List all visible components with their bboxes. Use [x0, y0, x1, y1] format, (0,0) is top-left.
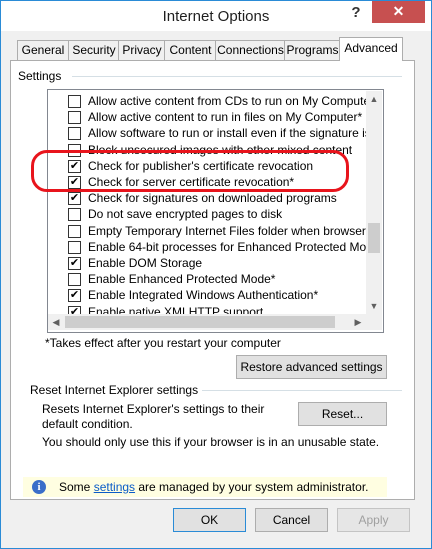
setting-checkbox[interactable] [68, 224, 81, 238]
reset-button[interactable]: Reset... [298, 402, 387, 426]
scrollbar-corner [366, 314, 382, 330]
settings-horizontal-scrollbar[interactable]: ◀ ▶ [48, 314, 366, 330]
setting-label: Enable DOM Storage [88, 256, 203, 270]
setting-checkbox[interactable] [68, 273, 81, 287]
cancel-button[interactable]: Cancel [255, 508, 328, 532]
scroll-up-arrow-icon[interactable]: ▲ [366, 91, 382, 107]
settings-vertical-scrollbar[interactable]: ▲ ▼ [366, 91, 382, 314]
admin-info-bar: i Some settings are managed by your syst… [23, 477, 387, 497]
setting-label: Empty Temporary Internet Files folder wh… [88, 223, 368, 238]
setting-checkbox[interactable] [68, 127, 81, 141]
help-button[interactable]: ? [341, 1, 371, 27]
settings-link[interactable]: settings [94, 480, 135, 494]
reset-group-label: Reset Internet Explorer settings [30, 383, 203, 397]
reset-warning: You should only use this if your browser… [42, 435, 380, 449]
info-text-after: are managed by your system administrator… [135, 480, 369, 494]
settings-list-item[interactable]: Allow software to run or install even if… [48, 125, 368, 141]
scroll-right-arrow-icon[interactable]: ▶ [350, 314, 366, 330]
settings-list-item[interactable]: Allow active content to run in files on … [48, 109, 368, 125]
setting-label: Allow active content from CDs to run on … [88, 94, 368, 108]
scroll-down-arrow-icon[interactable]: ▼ [366, 298, 382, 314]
tab-general[interactable]: General [17, 40, 69, 60]
settings-group-divider [72, 76, 402, 77]
setting-checkbox[interactable] [68, 95, 81, 108]
restart-note: *Takes effect after you restart your com… [45, 336, 281, 350]
scroll-left-arrow-icon[interactable]: ◀ [48, 314, 64, 330]
settings-group-label: Settings [18, 69, 66, 83]
setting-label: Enable 64-bit processes for Enhanced Pro… [88, 239, 368, 254]
apply-button[interactable]: Apply [337, 508, 410, 532]
settings-list-item[interactable]: Allow active content from CDs to run on … [48, 93, 368, 109]
restore-advanced-settings-button[interactable]: Restore advanced settings [236, 355, 387, 379]
setting-label: Allow software to run or install even if… [88, 126, 368, 141]
reset-description: Resets Internet Explorer's settings to t… [42, 402, 265, 431]
tab-content[interactable]: Content [164, 40, 217, 60]
close-button[interactable]: ✕ [372, 1, 425, 23]
setting-checkbox[interactable] [68, 111, 81, 125]
settings-list-item[interactable]: ✔ Enable Integrated Windows Authenticatio… [48, 287, 368, 303]
settings-list-item[interactable]: Empty Temporary Internet Files folder wh… [48, 223, 368, 239]
settings-list-item[interactable]: Do not save encrypted pages to disk [48, 206, 368, 222]
setting-checkbox[interactable] [68, 240, 81, 254]
vertical-scroll-thumb[interactable] [368, 222, 380, 253]
setting-checkbox[interactable]: ✔ [68, 257, 81, 270]
setting-label: Enable Integrated Windows Authentication… [88, 288, 319, 303]
ok-button[interactable]: OK [173, 508, 246, 532]
setting-label: Allow active content to run in files on … [88, 110, 363, 125]
settings-list-item[interactable]: Enable Enhanced Protected Mode* [48, 271, 368, 287]
setting-label: Enable Enhanced Protected Mode* [88, 272, 276, 287]
internet-options-window: Internet Options ? ✕ Settings Allow acti… [0, 0, 432, 549]
info-text-before: Some [59, 480, 94, 494]
setting-label: Do not save encrypted pages to disk [88, 207, 283, 222]
settings-list-item[interactable]: ✔ Enable DOM Storage [48, 255, 368, 271]
horizontal-scroll-thumb[interactable] [65, 316, 335, 328]
red-highlight-annotation [31, 150, 349, 192]
title-bar: Internet Options ? ✕ [1, 1, 431, 31]
tab-security[interactable]: Security [68, 40, 120, 60]
reset-group-divider [192, 390, 402, 391]
tab-privacy[interactable]: Privacy [118, 40, 166, 60]
setting-label: Check for signatures on downloaded progr… [88, 191, 337, 206]
settings-list-item[interactable]: Enable 64-bit processes for Enhanced Pro… [48, 239, 368, 255]
info-bar-text: Some settings are managed by your system… [59, 480, 368, 494]
info-icon: i [32, 480, 46, 494]
setting-checkbox[interactable]: ✔ [68, 289, 81, 303]
tab-advanced[interactable]: Advanced [339, 37, 403, 61]
settings-list[interactable]: Allow active content from CDs to run on … [47, 89, 384, 333]
setting-checkbox[interactable] [68, 208, 81, 222]
setting-checkbox[interactable]: ✔ [68, 192, 81, 206]
tab-programs[interactable]: Programs [284, 40, 341, 60]
tab-connections[interactable]: Connections [215, 40, 286, 60]
settings-list-item[interactable]: ✔ Check for signatures on downloaded prog… [48, 190, 368, 206]
